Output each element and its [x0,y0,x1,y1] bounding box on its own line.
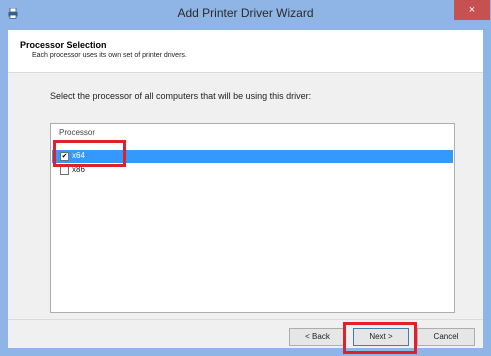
page-description: Each processor uses its own set of print… [32,52,187,59]
list-item[interactable]: x86 [52,164,453,177]
checkbox-x86[interactable] [60,166,69,175]
next-button[interactable]: Next > [353,328,409,346]
wizard-content: Processor Selection Each processor uses … [8,30,483,354]
title-bar[interactable]: Add Printer Driver Wizard × [0,0,491,30]
processor-list[interactable]: Processor ✔ x64 x86 [50,123,455,313]
list-item-label: x64 [72,151,85,160]
back-button[interactable]: < Back [289,328,346,346]
close-icon: × [468,4,476,16]
footer-divider [8,319,483,320]
wizard-window: Add Printer Driver Wizard × Processor Se… [0,0,491,356]
cancel-button[interactable]: Cancel [417,328,475,346]
window-title: Add Printer Driver Wizard [177,6,314,20]
close-button[interactable]: × [454,0,490,20]
wizard-header: Processor Selection Each processor uses … [8,30,483,73]
page-title: Processor Selection [20,40,107,50]
list-item[interactable]: ✔ x64 [52,150,453,163]
checkbox-x64[interactable]: ✔ [60,152,69,161]
column-header-processor[interactable]: Processor [59,128,95,137]
list-item-label: x86 [72,165,85,174]
instruction-text: Select the processor of all computers th… [50,91,312,101]
